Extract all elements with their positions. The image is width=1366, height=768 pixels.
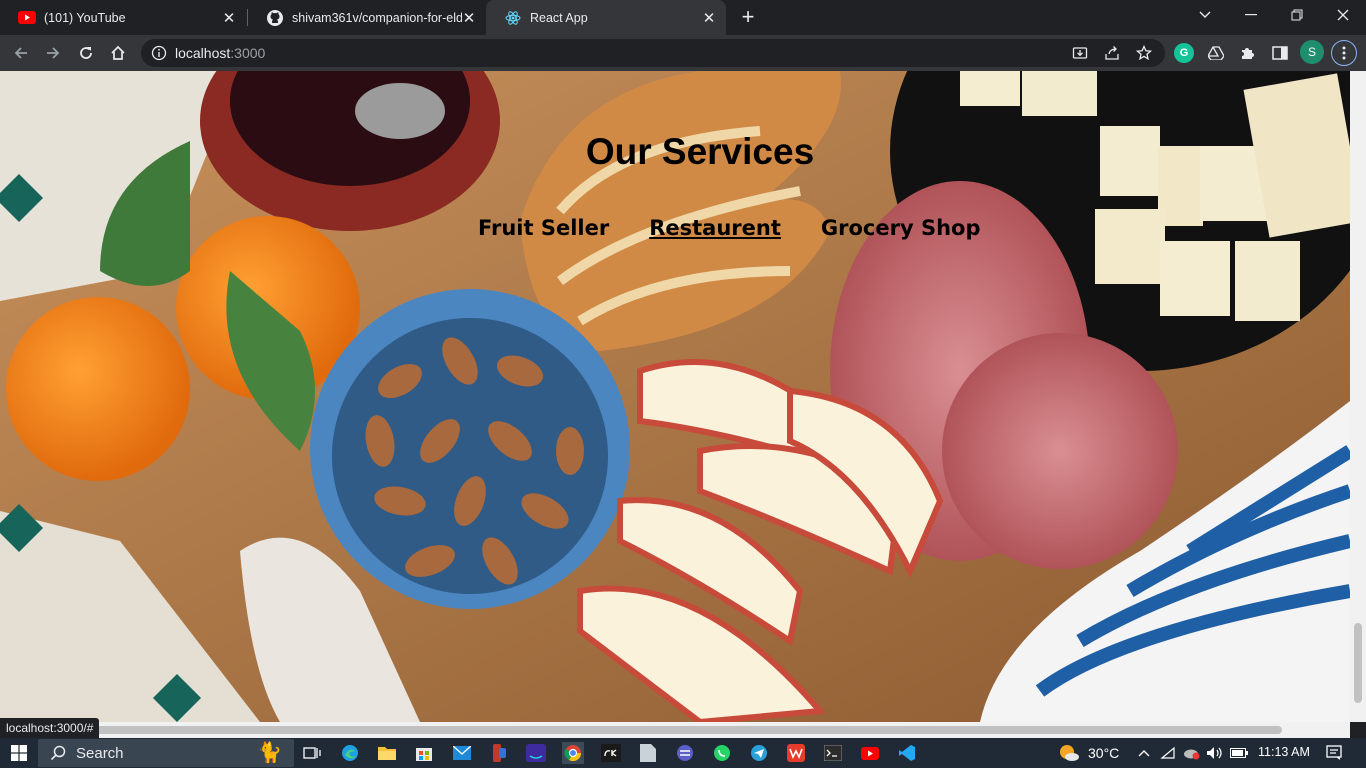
minimize-icon bbox=[1245, 14, 1257, 16]
tab-youtube[interactable]: (101) YouTube ✕ bbox=[0, 0, 246, 35]
windows-start-button[interactable] bbox=[8, 742, 30, 764]
notes-icon[interactable] bbox=[637, 742, 659, 764]
forward-button[interactable] bbox=[40, 40, 66, 66]
chevron-up-icon[interactable] bbox=[1133, 742, 1155, 764]
chrome-taskbar-icon[interactable] bbox=[562, 742, 584, 764]
volume-icon[interactable] bbox=[1204, 742, 1226, 764]
back-arrow-icon bbox=[14, 47, 27, 59]
new-tab-button[interactable]: + bbox=[736, 4, 760, 29]
home-button[interactable] bbox=[105, 40, 131, 66]
install-app-icon[interactable] bbox=[1071, 44, 1089, 62]
battery-icon[interactable] bbox=[1228, 742, 1250, 764]
close-icon[interactable]: ✕ bbox=[220, 9, 238, 27]
reload-button[interactable] bbox=[73, 40, 99, 66]
service-link-restaurent[interactable]: Restaurent bbox=[649, 216, 781, 240]
wifi-icon[interactable] bbox=[1157, 742, 1179, 764]
scrollbar-thumb[interactable] bbox=[1354, 623, 1362, 703]
share-icon[interactable] bbox=[1103, 44, 1121, 62]
windows-logo-icon bbox=[11, 745, 27, 761]
sk-app-icon[interactable] bbox=[600, 742, 622, 764]
youtube-taskbar-icon[interactable] bbox=[859, 742, 881, 764]
wps-office-icon[interactable] bbox=[785, 742, 807, 764]
search-placeholder: Search bbox=[76, 744, 124, 762]
side-panel-icon[interactable] bbox=[1267, 40, 1293, 66]
youtube-icon bbox=[18, 9, 36, 27]
home-icon bbox=[111, 45, 125, 60]
drive-extension-icon[interactable] bbox=[1203, 40, 1229, 66]
grammarly-extension-icon[interactable]: G bbox=[1174, 43, 1194, 63]
app-purple-icon[interactable] bbox=[674, 742, 696, 764]
tab-github[interactable]: shivam361v/companion-for-elde ✕ bbox=[248, 0, 486, 35]
chevron-down-icon bbox=[1199, 11, 1211, 18]
profile-avatar[interactable]: S bbox=[1300, 40, 1324, 64]
github-icon bbox=[266, 9, 284, 27]
weather-icon[interactable] bbox=[1058, 742, 1080, 764]
notifications-icon[interactable] bbox=[1323, 742, 1345, 764]
task-view-icon[interactable] bbox=[301, 742, 323, 764]
more-vertical-icon bbox=[1342, 46, 1346, 60]
close-icon bbox=[1337, 9, 1349, 21]
close-icon[interactable]: ✕ bbox=[700, 9, 718, 27]
chrome-menu-button[interactable] bbox=[1331, 40, 1357, 66]
vscode-icon[interactable] bbox=[896, 742, 918, 764]
extension-initial: G bbox=[1179, 47, 1189, 59]
weather-temperature: 30°C bbox=[1088, 745, 1120, 761]
clock-time[interactable]: 11:13 AM bbox=[1258, 745, 1310, 759]
tab-title: shivam361v/companion-for-elde bbox=[292, 10, 462, 25]
close-window-button[interactable] bbox=[1320, 0, 1366, 30]
forward-arrow-icon bbox=[47, 47, 60, 59]
store-icon[interactable] bbox=[413, 742, 435, 764]
restore-icon bbox=[1291, 9, 1303, 21]
status-url-bubble: localhost:3000/# bbox=[0, 718, 100, 738]
app-icon-red-blue[interactable] bbox=[488, 742, 510, 764]
cloud-alert-icon[interactable] bbox=[1180, 742, 1202, 764]
reload-icon bbox=[80, 47, 92, 59]
whatsapp-icon[interactable] bbox=[711, 742, 733, 764]
tab-strip: (101) YouTube ✕ shivam361v/companion-for… bbox=[0, 0, 1366, 35]
scrollbar-thumb[interactable] bbox=[18, 726, 1282, 734]
tab-title: (101) YouTube bbox=[44, 10, 126, 25]
search-icon bbox=[50, 745, 66, 761]
bookmark-star-icon[interactable] bbox=[1135, 44, 1153, 62]
url-port: :3000 bbox=[230, 45, 266, 61]
close-icon[interactable]: ✕ bbox=[460, 9, 478, 27]
url-host: localhost bbox=[175, 45, 231, 61]
amazon-music-icon[interactable] bbox=[525, 742, 547, 764]
telegram-icon[interactable] bbox=[748, 742, 770, 764]
back-button[interactable] bbox=[8, 40, 34, 66]
site-info-icon[interactable] bbox=[151, 45, 167, 61]
page-viewport: Our Services Fruit Seller Restaurent Gro… bbox=[0, 71, 1350, 722]
service-link-fruit-seller[interactable]: Fruit Seller bbox=[478, 216, 609, 240]
tab-search-button[interactable] bbox=[1182, 0, 1228, 30]
minimize-button[interactable] bbox=[1228, 0, 1274, 30]
taskbar-search[interactable]: Search 🐈 bbox=[38, 739, 294, 767]
extensions-puzzle-icon[interactable] bbox=[1235, 40, 1261, 66]
restore-button[interactable] bbox=[1274, 0, 1320, 30]
react-icon bbox=[504, 9, 522, 27]
tab-title: React App bbox=[530, 10, 588, 25]
cat-icon: 🐈 bbox=[257, 742, 282, 764]
tab-react-app[interactable]: React App ✕ bbox=[486, 0, 726, 35]
terminal-icon[interactable] bbox=[822, 742, 844, 764]
profile-initial: S bbox=[1307, 45, 1316, 59]
edge-icon[interactable] bbox=[339, 742, 361, 764]
file-explorer-icon[interactable] bbox=[376, 742, 398, 764]
browser-toolbar: localhost:3000 G S bbox=[0, 35, 1366, 71]
address-bar[interactable]: localhost:3000 bbox=[141, 39, 1165, 67]
service-link-grocery-shop[interactable]: Grocery Shop bbox=[821, 216, 981, 240]
horizontal-scrollbar[interactable] bbox=[0, 722, 1350, 738]
vertical-scrollbar[interactable] bbox=[1350, 71, 1366, 722]
page-title: Our Services bbox=[585, 131, 815, 172]
mail-icon[interactable] bbox=[451, 742, 473, 764]
windows-taskbar: Search 🐈 30°C 11:13 AM bbox=[0, 738, 1366, 768]
url-text: localhost:3000 bbox=[175, 45, 265, 61]
services-nav: Fruit Seller Restaurent Grocery Shop bbox=[478, 216, 1021, 240]
